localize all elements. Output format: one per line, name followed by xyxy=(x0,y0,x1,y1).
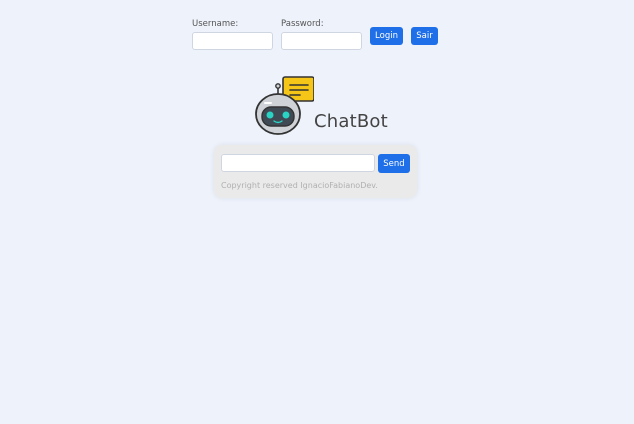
copyright-text: Copyright reserved IgnacioFabianoDev. xyxy=(221,181,378,190)
brand: ChatBot xyxy=(254,76,388,136)
send-button[interactable]: Send xyxy=(378,154,410,173)
login-button[interactable]: Login xyxy=(370,27,403,45)
login-bar: Username: Password: Login Sair xyxy=(192,19,438,50)
logout-button[interactable]: Sair xyxy=(411,27,438,45)
robot-chat-icon xyxy=(255,76,314,135)
password-input[interactable] xyxy=(281,32,362,50)
username-field-group: Username: xyxy=(192,19,273,50)
username-label: Username: xyxy=(192,19,239,29)
password-label: Password: xyxy=(281,19,324,29)
brand-title: ChatBot xyxy=(314,111,388,132)
message-input[interactable] xyxy=(221,154,375,172)
chat-panel: Send Copyright reserved IgnacioFabianoDe… xyxy=(214,145,417,198)
password-field-group: Password: xyxy=(281,19,362,50)
username-input[interactable] xyxy=(192,32,273,50)
